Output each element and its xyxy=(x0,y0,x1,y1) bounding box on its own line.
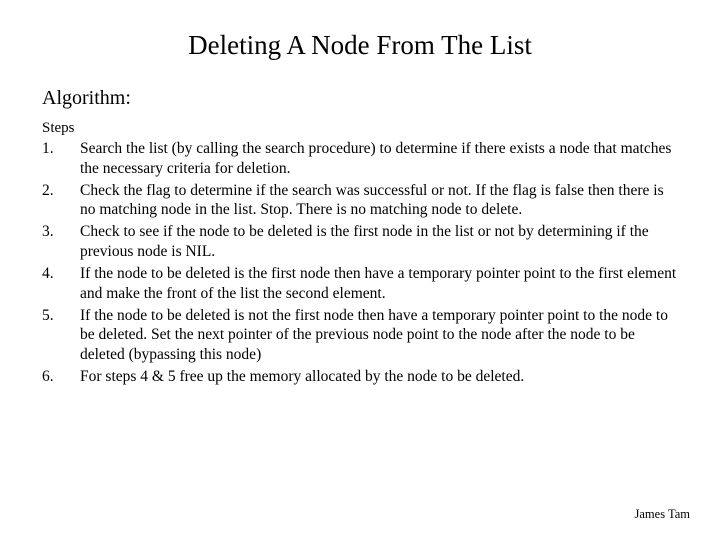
section-label: Algorithm: xyxy=(42,87,678,110)
step-text: If the node to be deleted is not the fir… xyxy=(80,306,678,365)
footer-author: James Tam xyxy=(635,507,690,522)
slide-content: Deleting A Node From The List Algorithm:… xyxy=(0,0,720,387)
steps-label: Steps xyxy=(42,120,678,137)
step-number: 2. xyxy=(42,181,80,221)
step-text: Check to see if the node to be deleted i… xyxy=(80,222,678,262)
step-number: 3. xyxy=(42,222,80,262)
list-item: 2. Check the flag to determine if the se… xyxy=(42,181,678,221)
step-number: 4. xyxy=(42,264,80,304)
step-text: If the node to be deleted is the first n… xyxy=(80,264,678,304)
step-number: 6. xyxy=(42,367,80,387)
step-text: Check the flag to determine if the searc… xyxy=(80,181,678,221)
step-text: For steps 4 & 5 free up the memory alloc… xyxy=(80,367,678,387)
step-number: 5. xyxy=(42,306,80,365)
list-item: 1. Search the list (by calling the searc… xyxy=(42,139,678,179)
slide-title: Deleting A Node From The List xyxy=(42,30,678,61)
list-item: 3. Check to see if the node to be delete… xyxy=(42,222,678,262)
step-number: 1. xyxy=(42,139,80,179)
list-item: 5. If the node to be deleted is not the … xyxy=(42,306,678,365)
steps-list: 1. Search the list (by calling the searc… xyxy=(42,139,678,387)
list-item: 6. For steps 4 & 5 free up the memory al… xyxy=(42,367,678,387)
list-item: 4. If the node to be deleted is the firs… xyxy=(42,264,678,304)
step-text: Search the list (by calling the search p… xyxy=(80,139,678,179)
